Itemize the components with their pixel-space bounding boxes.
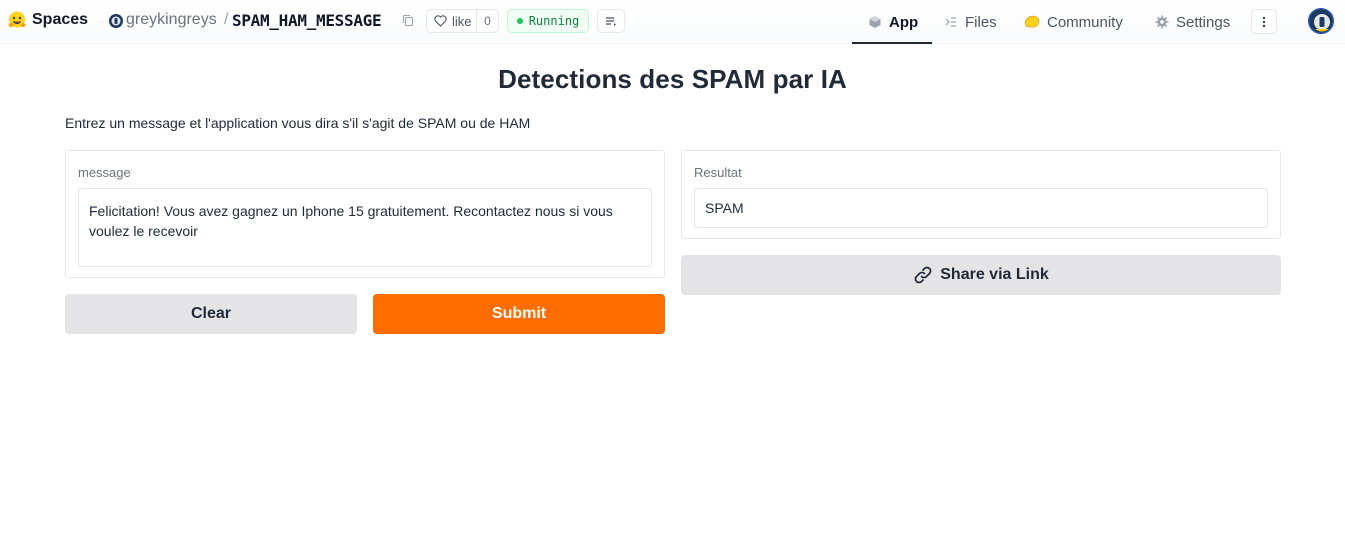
logs-button[interactable] [597,9,625,33]
gear-icon [1155,15,1169,29]
files-icon [945,17,956,27]
hugging-face-logo-icon [8,11,26,28]
clear-button[interactable]: Clear [65,294,357,334]
tab-files-label: Files [965,13,997,31]
share-via-link-button[interactable]: Share via Link [681,255,1281,295]
tab-settings-label: Settings [1176,13,1231,31]
copy-icon[interactable] [402,14,414,27]
breadcrumb-slash: / [224,11,229,28]
result-output-panel: Resultat SPAM [681,150,1281,239]
tab-community[interactable]: Community [1024,0,1123,44]
status-badge: Running [507,9,589,33]
spaces-home-link[interactable]: Spaces [7,10,88,30]
status-label: Running [528,14,580,28]
message-input-panel: message Felicitation! Vous avez gagnez u… [65,150,665,278]
app-description: Entrez un message et l'application vous … [65,115,531,131]
tab-files[interactable]: Files [944,0,997,44]
tab-settings[interactable]: Settings [1155,0,1230,44]
space-name-link[interactable]: SPAM_HAM_MESSAGE [232,11,382,30]
link-icon [914,266,932,284]
like-count: 0 [476,10,498,32]
result-textbox[interactable]: SPAM [694,188,1268,228]
logs-icon [606,17,616,26]
owner-link[interactable]: greykingreys [126,11,217,29]
like-button[interactable]: like 0 [426,9,499,33]
tab-community-label: Community [1047,13,1123,31]
share-button-label: Share via Link [940,266,1049,283]
spaces-label: Spaces [32,11,89,28]
community-icon [1024,15,1040,28]
cube-icon [869,16,881,28]
submit-button[interactable]: Submit [373,294,665,334]
top-navigation-bar: Spaces · greykingreys / SPAM_HAM_MESSAGE… [0,0,1345,44]
vertical-ellipsis-icon [1262,16,1266,27]
heart-icon [434,15,447,27]
user-avatar[interactable] [1308,8,1334,34]
result-label: Resultat [694,165,742,180]
owner-avatar-icon [109,14,123,28]
page-title: Detections des SPAM par IA [498,64,847,94]
message-textarea[interactable]: Felicitation! Vous avez gagnez un Iphone… [78,188,652,267]
breadcrumb-divider: · [100,14,104,28]
user-avatar-icon [1309,9,1333,33]
like-label: like [452,13,472,29]
message-label: message [78,165,131,180]
status-dot-icon [516,18,523,24]
more-options-button[interactable] [1251,9,1277,34]
tab-app[interactable]: App [851,0,933,44]
tab-app-label: App [889,13,919,31]
